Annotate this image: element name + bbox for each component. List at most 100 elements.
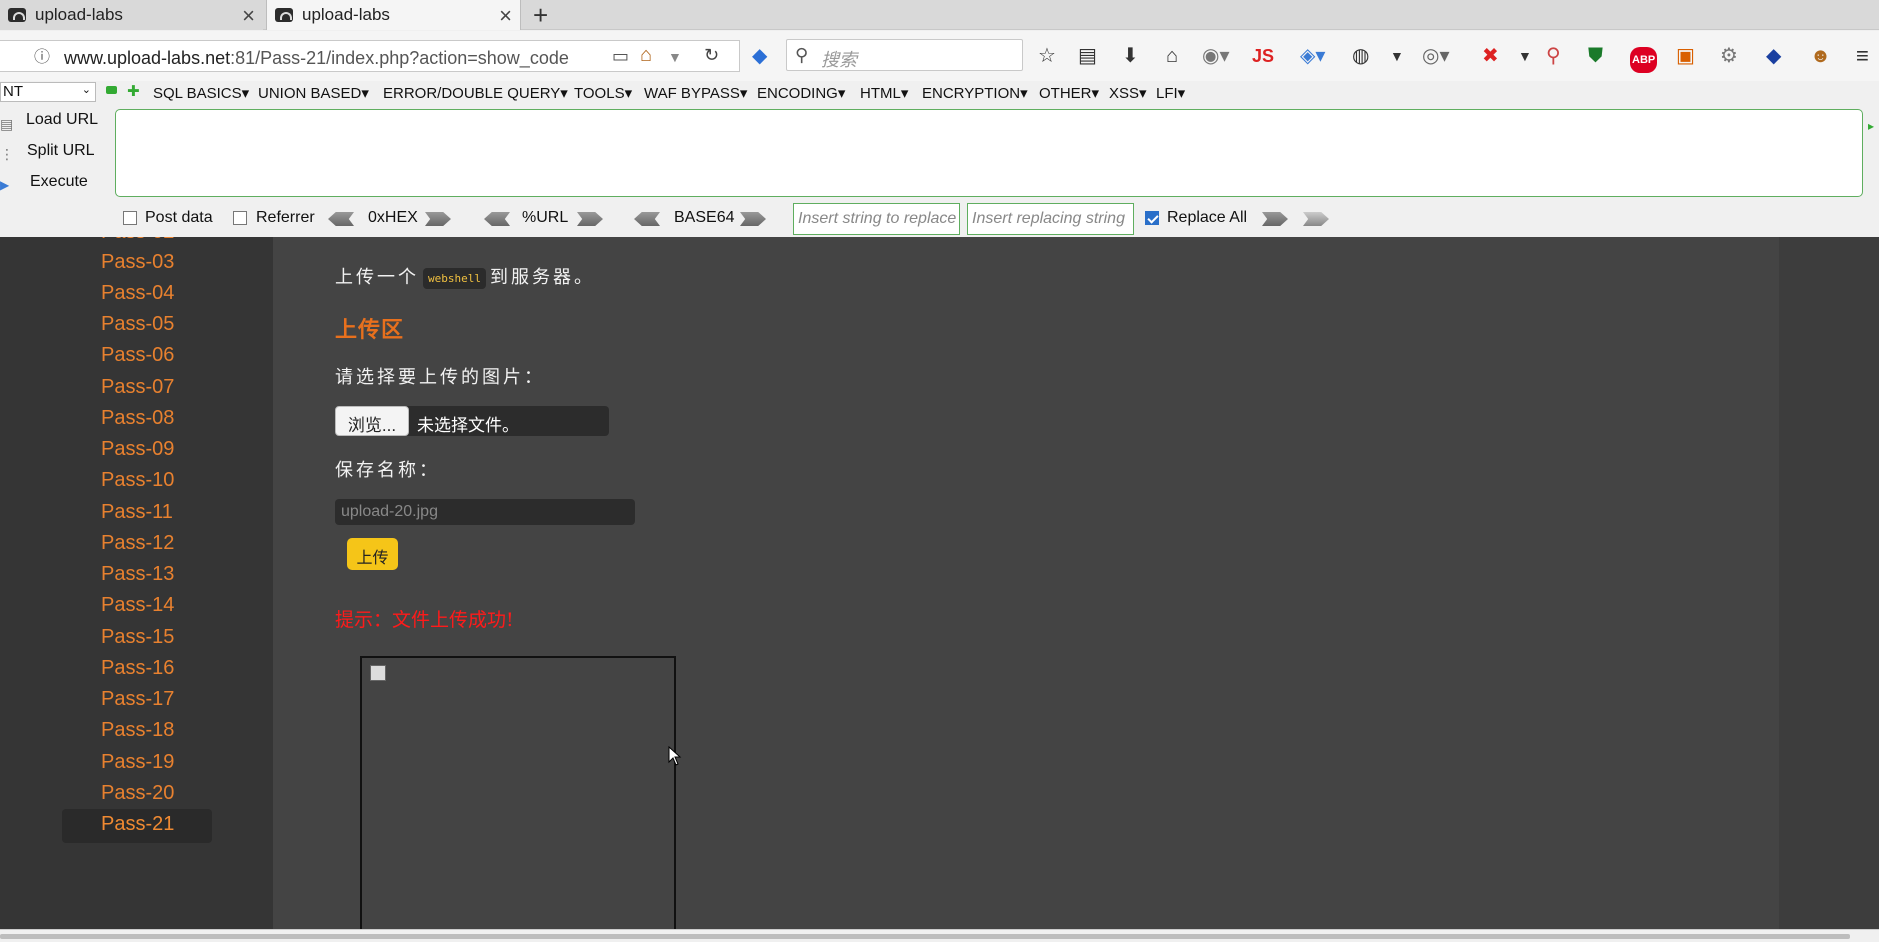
plus-icon[interactable]: ✚ xyxy=(127,82,140,100)
replace-all-checkbox[interactable] xyxy=(1145,211,1159,225)
tab-bar: upload-labs × upload-labs × + xyxy=(0,0,1879,30)
replace-string-input[interactable]: Insert string to replace xyxy=(793,203,960,235)
reader-view-icon[interactable]: ▭ xyxy=(612,45,629,67)
hackbar-main: ▤ Load URL ⋮ Split URL ▶ Execute ▸ xyxy=(0,105,1879,197)
base64-decode-arrow-icon[interactable] xyxy=(634,212,660,226)
menu-error-double-query[interactable]: ERROR/DOUBLE QUERY▾ xyxy=(383,84,568,102)
task-prefix: 上传一个 xyxy=(335,267,419,287)
tab-upload-labs-2[interactable]: upload-labs × xyxy=(266,0,521,30)
download-icon[interactable]: ⬇ xyxy=(1122,45,1139,67)
menu-other[interactable]: OTHER▾ xyxy=(1039,84,1099,102)
addon-bird-icon[interactable]: ◆ xyxy=(752,45,767,67)
info-icon[interactable]: ⓘ xyxy=(34,47,50,69)
proxy-icon[interactable]: ◎▾ xyxy=(1422,45,1450,67)
gear-icon[interactable]: ⚙ xyxy=(1720,45,1738,67)
bookmark-star-icon[interactable]: ☆ xyxy=(1038,45,1056,67)
tab-upload-labs-1[interactable]: upload-labs × xyxy=(0,0,263,30)
palette-icon[interactable]: ◍ xyxy=(1352,45,1369,67)
dropdown-arrow-icon[interactable]: ▼ xyxy=(668,46,682,68)
sidebar-item-pass-09[interactable]: Pass-09 xyxy=(62,434,212,468)
upload-button[interactable]: 上传 xyxy=(347,538,398,570)
sidebar-item-pass-14[interactable]: Pass-14 xyxy=(62,590,212,624)
hex-encode-arrow-icon[interactable] xyxy=(425,212,451,226)
sidebar-item-pass-19[interactable]: Pass-19 xyxy=(62,747,212,781)
load-url-button[interactable]: Load URL xyxy=(26,111,98,129)
hackbar-url-textarea[interactable] xyxy=(115,109,1863,197)
js-icon[interactable]: JS xyxy=(1252,45,1274,67)
execute-button[interactable]: Execute xyxy=(30,173,88,191)
save-name-input[interactable]: upload-20.jpg xyxy=(335,499,635,525)
menu-html[interactable]: HTML▾ xyxy=(860,84,908,102)
split-url-button[interactable]: Split URL xyxy=(27,142,95,160)
url-decode-arrow-icon[interactable] xyxy=(484,212,510,226)
hex-decode-arrow-icon[interactable] xyxy=(328,212,354,226)
search-input[interactable]: ⚲ 搜索 xyxy=(786,39,1023,71)
sidebar-item-pass-13[interactable]: Pass-13 xyxy=(62,559,212,593)
sidebar-item-pass-07[interactable]: Pass-07 xyxy=(62,372,212,406)
shield-icon[interactable]: ⛊ xyxy=(1588,45,1603,67)
sidebar-item-pass-04[interactable]: Pass-04 xyxy=(62,278,212,312)
post-data-checkbox[interactable] xyxy=(123,211,137,225)
close-tab-icon[interactable]: × xyxy=(499,3,512,29)
execute-icon: ▶ xyxy=(0,178,10,192)
sidebar-item-pass-06[interactable]: Pass-06 xyxy=(62,340,212,374)
menu-encryption[interactable]: ENCRYPTION▾ xyxy=(922,84,1028,102)
horizontal-scrollbar[interactable] xyxy=(0,929,1879,942)
sidebar-item-pass-18[interactable]: Pass-18 xyxy=(62,715,212,749)
address-bar[interactable]: ⓘ www.upload-labs.net:81/Pass-21/index.p… xyxy=(0,40,740,72)
file-input[interactable]: 浏览... 未选择文件。 xyxy=(335,406,609,436)
base64-encode-arrow-icon[interactable] xyxy=(740,212,766,226)
replacing-string-input[interactable]: Insert replacing string xyxy=(967,203,1134,235)
sidebar-item-pass-17[interactable]: Pass-17 xyxy=(62,684,212,718)
menu-union-based[interactable]: UNION BASED▾ xyxy=(258,84,369,102)
scrollbar-thumb[interactable] xyxy=(0,934,1850,939)
replace-arrow-icon[interactable] xyxy=(1262,212,1288,226)
menu-waf-bypass[interactable]: WAF BYPASS▾ xyxy=(644,84,747,102)
sidebar-item-pass-10[interactable]: Pass-10 xyxy=(62,465,212,499)
menu-sql-basics[interactable]: SQL BASICS▾ xyxy=(153,84,249,102)
search-addon-icon[interactable]: ⚲ xyxy=(1546,45,1561,67)
monkey-icon[interactable]: ☻ xyxy=(1810,45,1831,67)
main-content: 上传一个 webshell 到服务器。 上传区 请选择要上传的图片： 浏览... 未… xyxy=(273,237,1779,929)
addon-icon[interactable]: ◈▾ xyxy=(1300,45,1325,67)
sidebar-item-pass-03[interactable]: Pass-03 xyxy=(62,247,212,281)
addon-globe-icon[interactable]: ◉▾ xyxy=(1202,45,1230,67)
sidebar-item-pass-11[interactable]: Pass-11 xyxy=(62,497,212,531)
menu-xss[interactable]: XSS▾ xyxy=(1109,84,1147,102)
side-arrow-icon[interactable]: ▸ xyxy=(1868,115,1874,137)
close-tab-icon[interactable]: × xyxy=(242,3,255,29)
abp-icon[interactable]: ABP xyxy=(1630,47,1658,73)
sidebar-item-pass-15[interactable]: Pass-15 xyxy=(62,622,212,656)
menu-lfi[interactable]: LFI▾ xyxy=(1156,84,1185,102)
sidebar-item-pass-12[interactable]: Pass-12 xyxy=(62,528,212,562)
sidebar-item-pass-08[interactable]: Pass-08 xyxy=(62,403,212,437)
page-right-margin xyxy=(1779,237,1879,929)
sidebar-item-pass-21[interactable]: Pass-21 xyxy=(62,809,212,843)
reading-list-icon[interactable]: ▤ xyxy=(1078,45,1097,67)
referrer-checkbox[interactable] xyxy=(233,211,247,225)
home-icon[interactable]: ⌂ xyxy=(1166,45,1178,67)
browse-button[interactable]: 浏览... xyxy=(335,406,409,436)
hackbar-select[interactable]: NT ⌄ xyxy=(0,82,96,102)
uploaded-image-preview xyxy=(360,656,676,929)
home-addon-icon[interactable]: ⌂ xyxy=(640,44,652,66)
menu-tools[interactable]: TOOLS▾ xyxy=(574,84,632,102)
reload-icon[interactable]: ↻ xyxy=(704,44,719,66)
dropdown-arrow-icon[interactable]: ▼ xyxy=(1390,45,1404,67)
sidebar-item-pass-16[interactable]: Pass-16 xyxy=(62,653,212,687)
sidebar-item-pass-05[interactable]: Pass-05 xyxy=(62,309,212,343)
mouse-cursor-icon xyxy=(668,746,682,766)
noscript-icon[interactable]: ✖ xyxy=(1482,45,1499,67)
replace-apply-arrow-icon[interactable] xyxy=(1303,212,1329,226)
hamburger-menu-icon[interactable]: ≡ xyxy=(1856,45,1869,67)
new-tab-button[interactable]: + xyxy=(533,0,548,31)
dropdown-arrow-icon[interactable]: ▼ xyxy=(1518,45,1532,67)
url-encode-arrow-icon[interactable] xyxy=(577,212,603,226)
file-status-text: 未选择文件。 xyxy=(417,416,519,435)
menu-encoding[interactable]: ENCODING▾ xyxy=(757,84,845,102)
extension-icon[interactable]: ▣ xyxy=(1676,45,1695,67)
minus-icon[interactable] xyxy=(106,86,117,94)
cube-icon[interactable]: ◆ xyxy=(1766,45,1781,67)
url-text[interactable]: www.upload-labs.net:81/Pass-21/index.php… xyxy=(64,48,569,69)
sidebar-item-pass-20[interactable]: Pass-20 xyxy=(62,778,212,812)
